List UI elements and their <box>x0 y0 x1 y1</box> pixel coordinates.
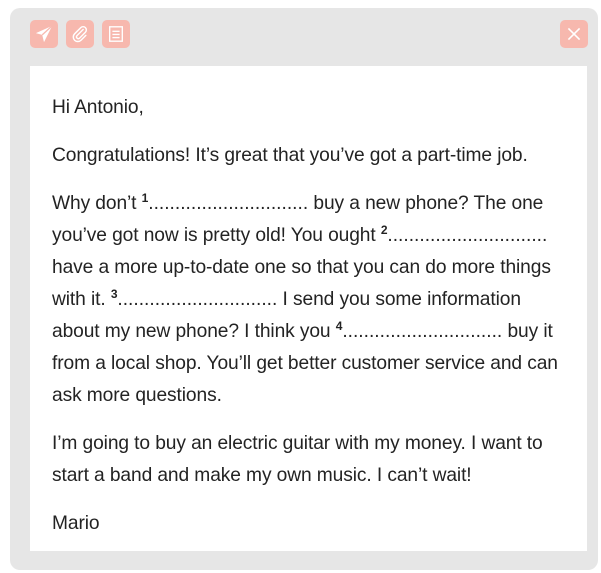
email-body: Hi Antonio, Congratulations! It’s great … <box>30 66 587 551</box>
email-paragraph-gapfill: Why don’t 1.............................… <box>52 188 567 412</box>
attach-button[interactable] <box>66 20 94 48</box>
gap-blank-4: .............................. <box>342 321 503 342</box>
email-toolbar <box>30 20 588 50</box>
paper-plane-icon <box>35 25 53 43</box>
note-button[interactable] <box>102 20 130 48</box>
email-paragraph-congrats: Congratulations! It’s great that you’ve … <box>52 145 528 166</box>
email-window: Hi Antonio, Congratulations! It’s great … <box>10 8 598 570</box>
send-button[interactable] <box>30 20 58 48</box>
email-paragraph-guitar: I’m going to buy an electric guitar with… <box>52 433 543 486</box>
gap-blank-2: .............................. <box>387 225 548 246</box>
gap-blank-3: .............................. <box>117 289 278 310</box>
gap-blank-1: .............................. <box>148 193 309 214</box>
note-lines-icon <box>109 26 123 42</box>
text-segment: Why don’t <box>52 193 142 214</box>
email-signature: Mario <box>52 513 100 534</box>
email-greeting: Hi Antonio, <box>52 97 144 118</box>
close-button[interactable] <box>560 20 588 48</box>
paperclip-icon <box>72 25 88 43</box>
close-x-icon <box>567 27 581 41</box>
